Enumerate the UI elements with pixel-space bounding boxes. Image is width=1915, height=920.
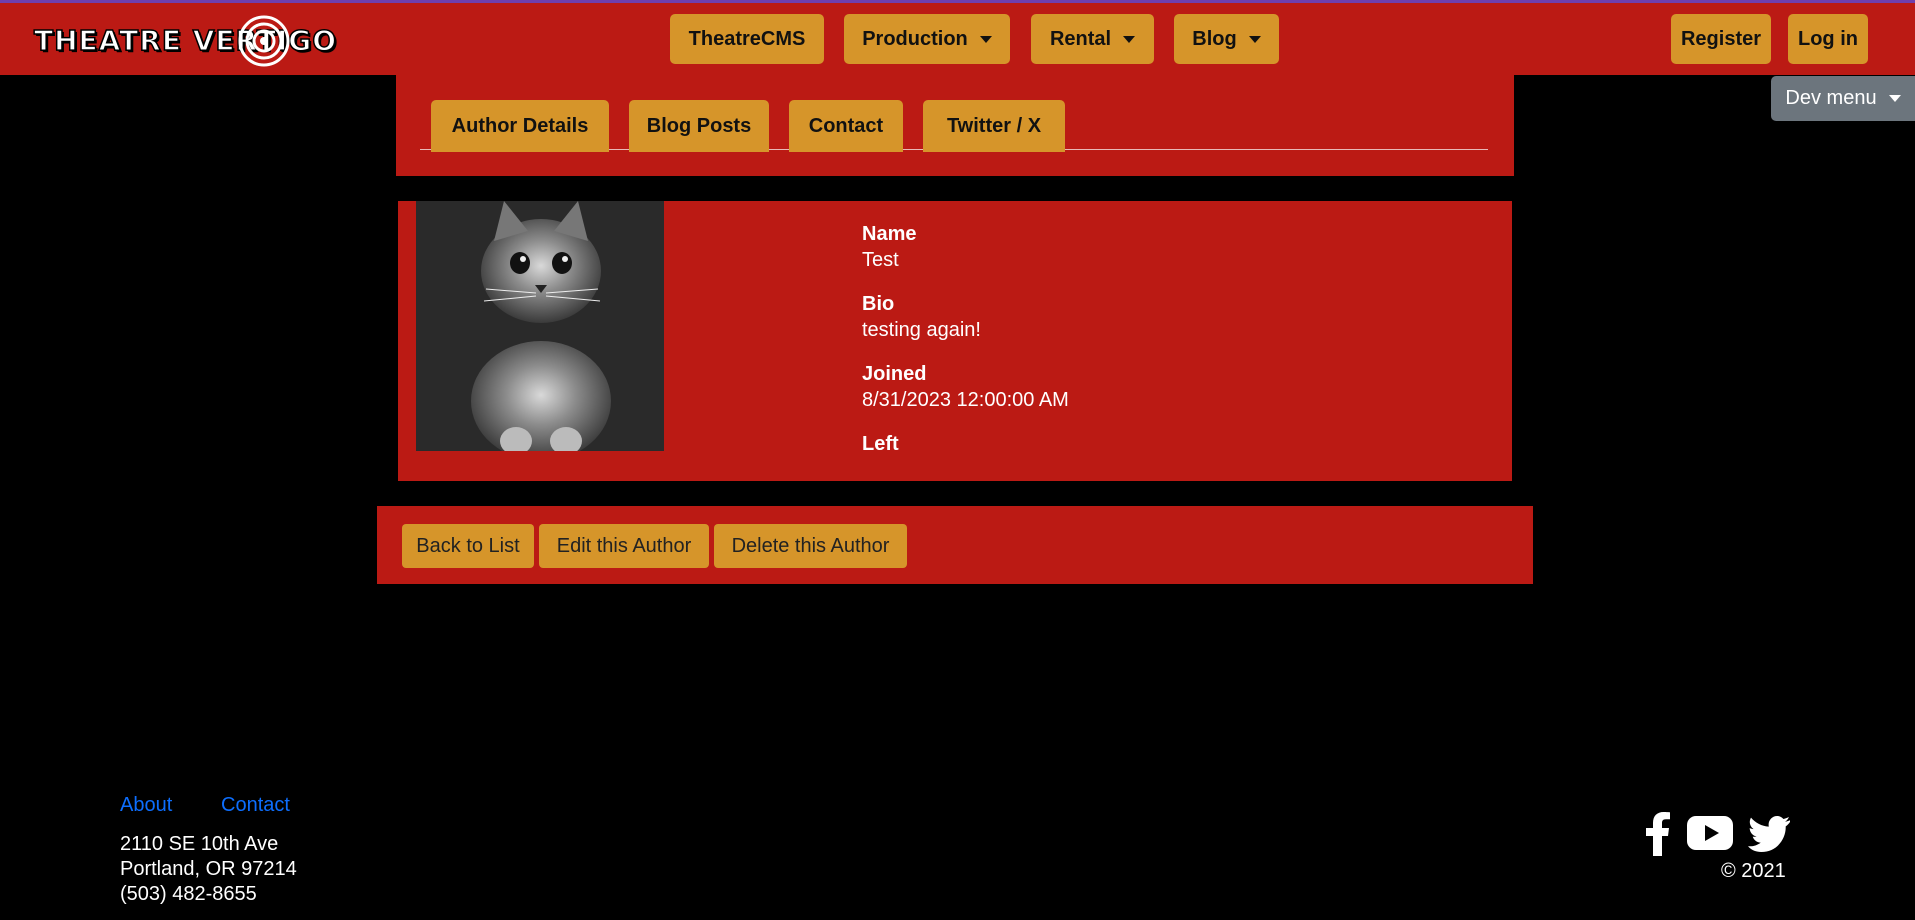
author-details-panel: Name Test Bio testing again! Joined 8/31… <box>398 201 1512 481</box>
author-tabs-panel: Author Details Blog Posts Contact Twitte… <box>396 75 1514 176</box>
register-button[interactable]: Register <box>1671 14 1771 64</box>
phone-number: (503) 482-8655 <box>120 883 257 905</box>
field-value-name: Test <box>862 249 899 271</box>
back-to-list-button[interactable]: Back to List <box>402 524 534 568</box>
tab-contact-label: Contact <box>808 114 884 137</box>
chevron-down-icon <box>1248 35 1261 43</box>
nav-production-label: Production <box>862 27 968 50</box>
dev-menu-dropdown[interactable]: Dev menu <box>1771 76 1915 121</box>
edit-author-button[interactable]: Edit this Author <box>539 524 709 568</box>
nav-theatrecms[interactable]: TheatreCMS <box>670 14 824 64</box>
address-line-1: 2110 SE 10th Ave <box>120 833 279 855</box>
author-avatar <box>416 201 664 451</box>
login-button[interactable]: Log in <box>1788 14 1868 64</box>
swirl-logo-icon <box>238 15 290 67</box>
nav-rental-dropdown[interactable]: Rental <box>1031 14 1154 64</box>
field-label-bio: Bio <box>862 293 895 315</box>
field-label-left: Left <box>862 433 899 455</box>
facebook-icon[interactable] <box>1644 812 1672 856</box>
tab-author-details-label: Author Details <box>451 114 589 137</box>
chevron-down-icon <box>1888 95 1901 102</box>
edit-author-label: Edit this Author <box>556 534 692 557</box>
nav-blog-dropdown[interactable]: Blog <box>1174 14 1279 64</box>
tab-author-details[interactable]: Author Details <box>431 100 609 152</box>
tab-blog-posts-label: Blog Posts <box>646 114 752 137</box>
delete-author-label: Delete this Author <box>731 534 890 557</box>
youtube-icon[interactable] <box>1687 816 1733 850</box>
chevron-down-icon <box>979 35 992 43</box>
footer-address: 2110 SE 10th Ave Portland, OR 97214 (503… <box>120 832 297 907</box>
navbar: THEATRE VERTIGO TheatreCMS Production Re… <box>0 3 1915 75</box>
nav-rental-label: Rental <box>1049 27 1112 50</box>
address-line-2: Portland, OR 97214 <box>120 858 297 880</box>
register-label: Register <box>1680 27 1762 50</box>
footer-about-link[interactable]: About <box>120 794 172 817</box>
theatre-vertigo-logo[interactable]: THEATRE VERTIGO <box>33 15 337 67</box>
tab-twitter-x-label: Twitter / X <box>946 114 1042 137</box>
nav-theatrecms-label: TheatreCMS <box>688 27 806 50</box>
author-fields: Name Test Bio testing again! Joined 8/31… <box>862 221 1462 475</box>
twitter-icon[interactable] <box>1748 816 1790 852</box>
kitten-image <box>416 201 664 451</box>
field-label-joined: Joined <box>862 363 927 385</box>
author-actions-panel: Back to List Edit this Author Delete thi… <box>377 506 1533 584</box>
dev-menu-label: Dev menu <box>1785 87 1877 109</box>
nav-blog-label: Blog <box>1192 27 1237 50</box>
tab-contact[interactable]: Contact <box>789 100 903 152</box>
footer-contact-link[interactable]: Contact <box>221 794 290 817</box>
field-value-bio: testing again! <box>862 319 981 341</box>
field-label-name: Name <box>862 223 917 245</box>
nav-production-dropdown[interactable]: Production <box>844 14 1010 64</box>
field-value-joined: 8/31/2023 12:00:00 AM <box>862 389 1069 411</box>
chevron-down-icon <box>1123 35 1136 43</box>
tab-twitter-x[interactable]: Twitter / X <box>923 100 1065 152</box>
tab-blog-posts[interactable]: Blog Posts <box>629 100 769 152</box>
back-to-list-label: Back to List <box>416 534 520 557</box>
footer-copyright: © 2021 <box>1721 860 1786 882</box>
delete-author-button[interactable]: Delete this Author <box>714 524 907 568</box>
login-label: Log in <box>1798 27 1858 50</box>
